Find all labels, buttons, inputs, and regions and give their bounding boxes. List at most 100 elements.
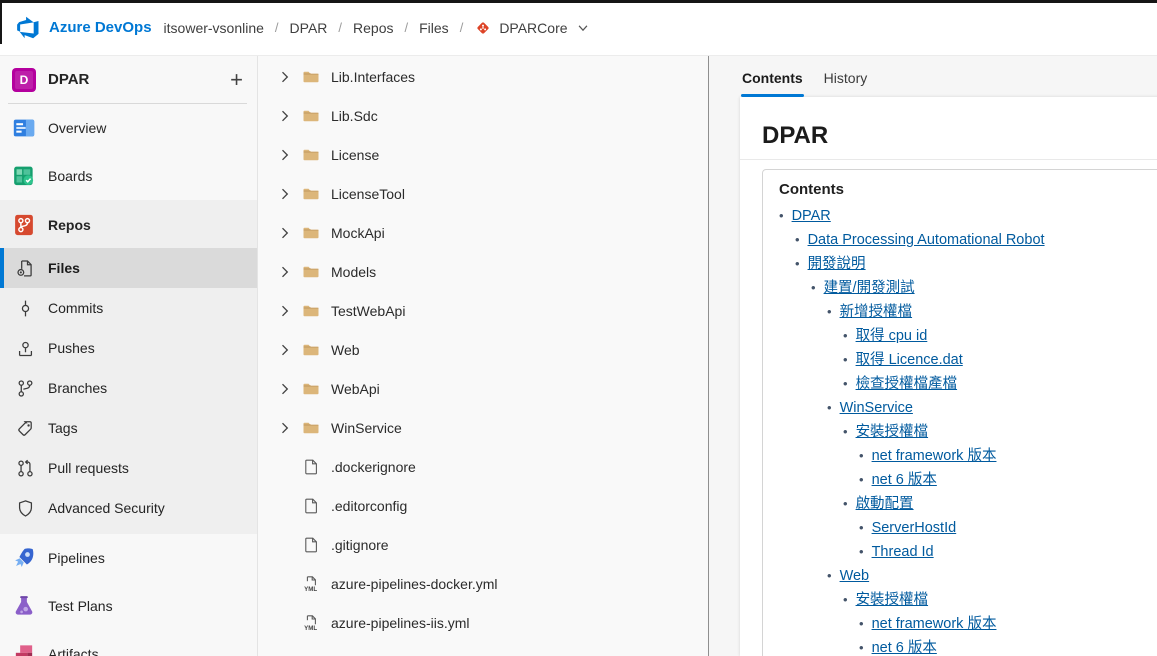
tab-contents[interactable]: Contents: [741, 70, 804, 97]
breadcrumb-item-itsower-vsonline[interactable]: itsower-vsonline: [164, 20, 264, 36]
chevron-right-icon[interactable]: [277, 420, 293, 436]
toc-bullet: •: [795, 256, 800, 271]
sidebar-item-pull-requests[interactable]: Pull requests: [0, 448, 257, 488]
toc-item: •啟動配置: [843, 492, 1157, 516]
toc-link-net-framework[interactable]: net framework 版本: [872, 448, 997, 464]
sidebar-item-test-plans[interactable]: Test Plans: [0, 582, 257, 630]
tree-folder-license[interactable]: License: [258, 135, 708, 174]
chevron-right-icon[interactable]: [277, 342, 293, 358]
toc-item: •新增授權檔: [827, 300, 1157, 324]
chevron-right-icon[interactable]: [277, 381, 293, 397]
tree-folder-testwebapi[interactable]: TestWebApi: [258, 291, 708, 330]
sidebar-item-branches[interactable]: Branches: [0, 368, 257, 408]
chevron-right-icon[interactable]: [277, 264, 293, 280]
sidebar-item-artifacts[interactable]: Artifacts: [0, 630, 257, 656]
azure-devops-logo-icon[interactable]: [14, 15, 39, 40]
toc-item: •net framework 版本: [859, 444, 1157, 468]
branches-icon: [16, 379, 35, 398]
breadcrumb-separator: /: [275, 20, 279, 35]
tree-file-editorconfig[interactable]: .editorconfig: [258, 486, 708, 525]
tree-folder-licensetool[interactable]: LicenseTool: [258, 174, 708, 213]
toc-link-net-6[interactable]: net 6 版本: [872, 472, 937, 488]
sidebar-item-tags[interactable]: Tags: [0, 408, 257, 448]
toc-bullet: •: [859, 640, 864, 655]
toc-link-item-3[interactable]: 建置/開發測試: [824, 280, 915, 296]
tree-file-azure-pipelines-iis-yml[interactable]: YMLazure-pipelines-iis.yml: [258, 603, 708, 642]
toc-link-cpu-id[interactable]: 取得 cpu id: [856, 328, 928, 344]
breadcrumb-item-dpar[interactable]: DPAR: [290, 20, 328, 36]
toc-link-item-9[interactable]: 安裝授權檔: [856, 424, 929, 440]
chevron-right-icon[interactable]: [277, 186, 293, 202]
sidebar-item-label: Files: [48, 260, 80, 276]
repo-picker[interactable]: DPARCore: [474, 19, 596, 37]
toc-link-web[interactable]: Web: [840, 568, 870, 584]
sidebar-item-pipelines[interactable]: Pipelines: [0, 534, 257, 582]
project-header[interactable]: D DPAR +: [0, 56, 257, 103]
sidebar-item-label: Repos: [48, 217, 91, 233]
tree-file-azure-pipelines-docker-yml[interactable]: YMLazure-pipelines-docker.yml: [258, 564, 708, 603]
tree-folder-models[interactable]: Models: [258, 252, 708, 291]
file-tree: Lib.InterfacesLib.SdcLicenseLicenseToolM…: [258, 56, 709, 656]
toc-item: •net framework 版本: [859, 612, 1157, 636]
project-sidebar: D DPAR + Overview Boards Repos Files Commit…: [0, 56, 258, 656]
sidebar-item-label: Overview: [48, 120, 106, 136]
folder-icon: [302, 380, 320, 398]
repo-picker-label: DPARCore: [499, 20, 567, 36]
sidebar-item-files[interactable]: Files: [0, 248, 257, 288]
toc-item: • net 6 版本: [859, 636, 1157, 656]
sidebar-item-advanced-security[interactable]: Advanced Security: [0, 488, 257, 528]
toc-link-item-7[interactable]: 檢查授權檔產檔: [856, 376, 958, 392]
toc-link-dpar[interactable]: DPAR: [792, 208, 831, 224]
tree-item-label: .editorconfig: [331, 498, 407, 514]
toc-list: • DPAR • Data Processing Automational Robot…: [779, 204, 1157, 656]
toc-link-thread-id[interactable]: Thread Id: [872, 544, 934, 560]
overview-icon: [12, 116, 36, 140]
tree-folder-lib-interfaces[interactable]: Lib.Interfaces: [258, 57, 708, 96]
project-name: DPAR: [48, 71, 230, 88]
tab-history[interactable]: History: [823, 70, 869, 97]
tree-indent: [277, 498, 293, 514]
window-left-edge: [0, 0, 2, 44]
breadcrumb-item-repos[interactable]: Repos: [353, 20, 393, 36]
tree-file-partial[interactable]: [258, 648, 708, 656]
sidebar-item-pushes[interactable]: Pushes: [0, 328, 257, 368]
chevron-right-icon[interactable]: [277, 108, 293, 124]
toc-link-net-framework[interactable]: net framework 版本: [872, 616, 997, 632]
toc-link-item-4[interactable]: 新增授權檔: [840, 304, 913, 320]
tree-folder-winservice[interactable]: WinService: [258, 408, 708, 447]
toc-link-licence-dat[interactable]: 取得 Licence.dat: [856, 352, 963, 368]
brand-title[interactable]: Azure DevOps: [49, 19, 152, 36]
sidebar-item-commits[interactable]: Commits: [0, 288, 257, 328]
tree-folder-webapi[interactable]: WebApi: [258, 369, 708, 408]
sidebar-item-label: Branches: [48, 380, 107, 396]
chevron-right-icon[interactable]: [277, 303, 293, 319]
toc-link-net-6[interactable]: net 6 版本: [872, 640, 937, 656]
tree-folder-mockapi[interactable]: MockApi: [258, 213, 708, 252]
sidebar-item-boards[interactable]: Boards: [0, 152, 257, 200]
repos-icon: [12, 213, 36, 237]
tree-file-dockerignore[interactable]: .dockerignore: [258, 447, 708, 486]
breadcrumb-item-files[interactable]: Files: [419, 20, 449, 36]
chevron-right-icon[interactable]: [277, 147, 293, 163]
toc-link-item-16[interactable]: 安裝授權檔: [856, 592, 929, 608]
chevron-right-icon[interactable]: [277, 225, 293, 241]
sidebar-item-label: Commits: [48, 300, 103, 316]
sidebar-item-repos[interactable]: Repos: [0, 202, 257, 248]
toc-item: •檢查授權檔產檔: [843, 372, 1157, 396]
sidebar-item-label: Pull requests: [48, 460, 129, 476]
add-project-button[interactable]: +: [230, 70, 243, 90]
boards-icon: [12, 164, 36, 188]
tree-folder-lib-sdc[interactable]: Lib.Sdc: [258, 96, 708, 135]
page-title: DPAR: [740, 97, 1157, 160]
tree-folder-web[interactable]: Web: [258, 330, 708, 369]
sidebar-nav-lower: PipelinesTest PlansArtifacts: [0, 534, 257, 656]
advanced-security-icon: [16, 499, 35, 518]
chevron-right-icon[interactable]: [277, 69, 293, 85]
sidebar-item-overview[interactable]: Overview: [0, 104, 257, 152]
toc-link-winservice[interactable]: WinService: [840, 400, 913, 416]
toc-link-item-2[interactable]: 開發說明: [808, 256, 866, 272]
toc-link-item-12[interactable]: 啟動配置: [856, 496, 914, 512]
tree-file-gitignore[interactable]: .gitignore: [258, 525, 708, 564]
toc-link-data-processing-automational-robot[interactable]: Data Processing Automational Robot: [808, 232, 1045, 248]
toc-link-serverhostid[interactable]: ServerHostId: [872, 520, 957, 536]
